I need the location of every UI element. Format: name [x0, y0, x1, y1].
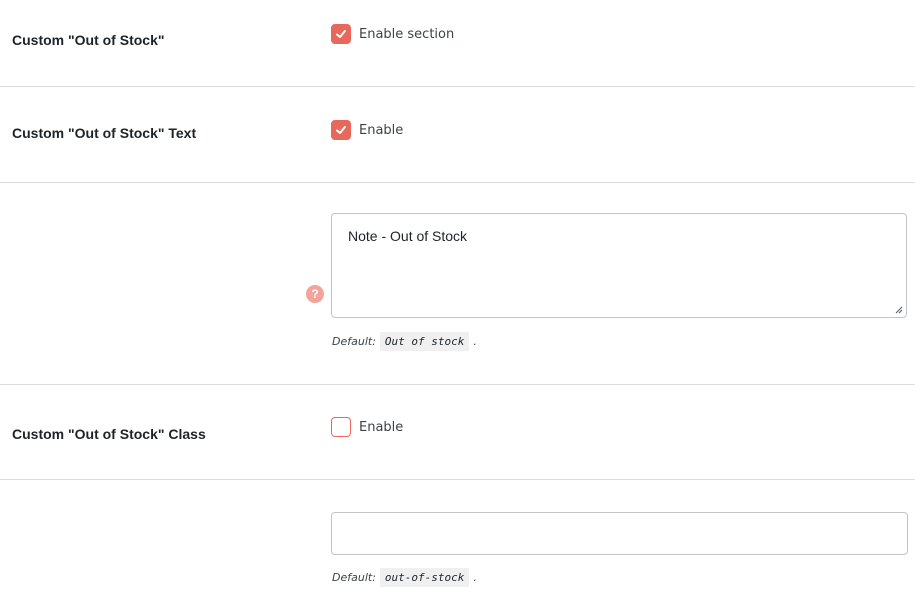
default-suffix: .: [473, 571, 477, 584]
out-of-stock-text-textarea[interactable]: Note - Out of Stock: [331, 213, 907, 318]
text-default-hint: Default: Out of stock .: [332, 332, 477, 351]
settings-row-class: Custom "Out of Stock" Class Enable: [0, 385, 915, 480]
class-default-hint: Default: out-of-stock .: [332, 568, 477, 587]
resize-handle-icon[interactable]: [895, 306, 903, 314]
section-label: Custom "Out of Stock": [12, 32, 165, 48]
enable-class-checkbox[interactable]: [331, 417, 351, 437]
enable-section-checkbox-control[interactable]: Enable section: [331, 24, 454, 44]
checkmark-icon: [336, 30, 346, 38]
enable-text-checkbox[interactable]: [331, 120, 351, 140]
enable-section-checkbox[interactable]: [331, 24, 351, 44]
default-value: Out of stock: [379, 332, 470, 351]
text-label: Custom "Out of Stock" Text: [12, 125, 197, 141]
enable-class-label: Enable: [359, 419, 404, 435]
default-prefix: Default:: [332, 571, 376, 584]
checkmark-icon: [336, 126, 346, 134]
settings-row-text: Custom "Out of Stock" Text Enable: [0, 87, 915, 183]
default-prefix: Default:: [332, 335, 376, 348]
settings-row-section: Custom "Out of Stock" Enable section: [0, 0, 915, 87]
help-icon[interactable]: ?: [306, 285, 324, 303]
enable-text-label: Enable: [359, 122, 404, 138]
enable-class-checkbox-control[interactable]: Enable: [331, 417, 403, 437]
default-suffix: .: [473, 335, 477, 348]
class-label: Custom "Out of Stock" Class: [12, 426, 206, 442]
enable-section-label: Enable section: [359, 26, 455, 42]
textarea-value: Note - Out of Stock: [348, 228, 468, 244]
enable-text-checkbox-control[interactable]: Enable: [331, 120, 403, 140]
out-of-stock-class-input[interactable]: [331, 512, 908, 555]
default-value: out-of-stock: [379, 568, 470, 587]
